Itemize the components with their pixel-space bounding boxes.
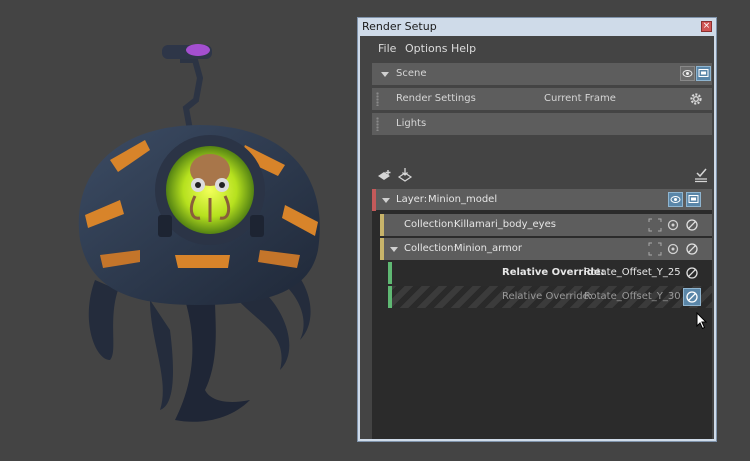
collection-prefix: Collection:: [404, 219, 457, 230]
collapse-arrow-icon[interactable]: [390, 247, 398, 252]
lights-row[interactable]: Lights: [372, 113, 712, 135]
layer-row[interactable]: Layer: Minion_model: [372, 189, 712, 211]
layer-color-stripe: [372, 189, 376, 211]
override-row-disabled[interactable]: Relative Override: Rotate_Offset_Y_30: [388, 286, 712, 308]
gear-icon[interactable]: [666, 218, 680, 232]
collection-name: Killamari_body_eyes: [454, 219, 556, 230]
disable-circle-icon[interactable]: [685, 266, 699, 280]
window-titlebar[interactable]: Render Setup ×: [358, 18, 716, 36]
menu-help[interactable]: Help: [451, 42, 476, 55]
override-color-stripe: [388, 262, 392, 284]
import-icon[interactable]: [397, 168, 413, 183]
collapse-arrow-icon[interactable]: [381, 72, 389, 77]
batch-render-icon[interactable]: [694, 168, 708, 183]
collection-color-stripe: [380, 214, 384, 236]
close-button[interactable]: ×: [701, 21, 712, 32]
mouse-cursor: [696, 312, 708, 330]
window-client-area: File Options Help Scene Render Settings …: [360, 36, 714, 439]
menu-options[interactable]: Options: [405, 42, 447, 55]
monitor-icon[interactable]: [686, 192, 701, 207]
disable-circle-icon[interactable]: [685, 218, 699, 232]
eye-icon[interactable]: [668, 192, 683, 207]
window-title: Render Setup: [362, 20, 437, 33]
override-color-stripe: [388, 286, 392, 308]
add-layer-icon[interactable]: [377, 169, 393, 183]
eye-icon[interactable]: [680, 66, 695, 81]
scene-label: Scene: [396, 68, 427, 79]
override-name: Rotate_Offset_Y_30: [584, 291, 681, 302]
minion-character-illustration: [78, 44, 320, 422]
disable-toggle-button[interactable]: [683, 288, 701, 306]
scene-row[interactable]: Scene: [372, 63, 712, 85]
drag-handle-icon[interactable]: [376, 117, 379, 131]
collection-color-stripe: [380, 238, 384, 260]
layer-prefix: Layer:: [396, 194, 428, 205]
menu-bar: File Options Help: [360, 40, 714, 58]
override-prefix: Relative Override:: [502, 291, 593, 302]
collection-row[interactable]: Collection: Killamari_body_eyes: [380, 214, 712, 236]
collapse-arrow-icon[interactable]: [382, 198, 390, 203]
override-name: Rotate_Offset_Y_25: [584, 267, 681, 278]
drag-handle-icon[interactable]: [376, 92, 379, 106]
render-settings-value: Current Frame: [544, 93, 616, 104]
render-settings-label: Render Settings: [396, 93, 476, 104]
render-setup-window[interactable]: Render Setup × File Options Help Scene R…: [357, 17, 717, 442]
collection-row[interactable]: Collection: Minion_armor: [380, 238, 712, 260]
collection-prefix: Collection:: [404, 243, 457, 254]
override-row[interactable]: Relative Override: Rotate_Offset_Y_25: [388, 262, 712, 284]
isolate-select-icon[interactable]: [648, 242, 662, 256]
monitor-icon[interactable]: [696, 66, 711, 81]
render-settings-row[interactable]: Render Settings Current Frame: [372, 88, 712, 110]
collection-name: Minion_armor: [454, 243, 523, 254]
viewport[interactable]: [0, 0, 355, 461]
disable-circle-icon: [686, 291, 698, 303]
gear-icon[interactable]: [689, 92, 703, 106]
disable-circle-icon[interactable]: [685, 242, 699, 256]
menu-file[interactable]: File: [378, 42, 396, 55]
gear-icon[interactable]: [666, 242, 680, 256]
layer-name: Minion_model: [428, 194, 498, 205]
isolate-select-icon[interactable]: [648, 218, 662, 232]
lights-label: Lights: [396, 118, 427, 129]
layers-tree[interactable]: Layer: Minion_model Collection: Killamar…: [372, 189, 712, 439]
